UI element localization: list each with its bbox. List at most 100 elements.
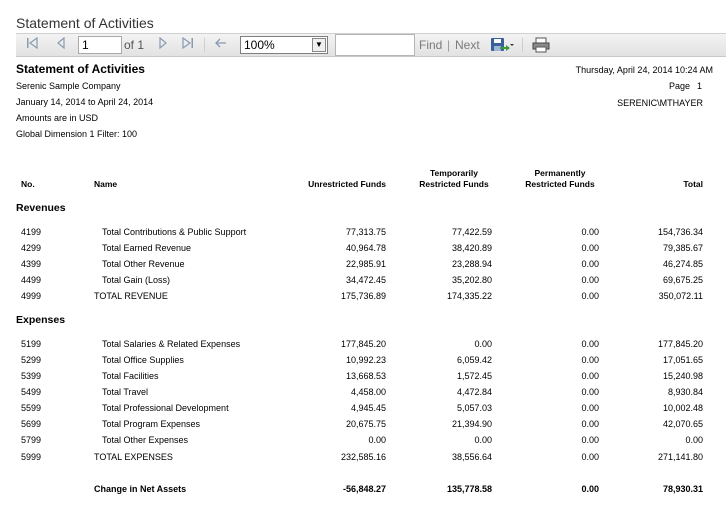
row-unrestricted: 20,675.75 xyxy=(345,419,386,429)
row-temporary: 6,059.42 xyxy=(456,355,492,365)
row-name: TOTAL REVENUE xyxy=(94,291,168,301)
row-number: 4199 xyxy=(21,227,42,237)
row-name: Total Travel xyxy=(102,387,149,397)
col-header-temp-line2: Restricted Funds xyxy=(419,179,489,189)
row-unrestricted: 4,945.45 xyxy=(350,403,386,413)
find-next-link[interactable]: Next xyxy=(455,37,480,53)
row-unrestricted: 10,992.23 xyxy=(345,355,386,365)
last-page-icon[interactable] xyxy=(182,36,194,53)
dimension-filter: Global Dimension 1 Filter: 100 xyxy=(16,129,138,139)
row-temporary: 174,335.22 xyxy=(446,291,492,301)
row-temporary: 23,288.94 xyxy=(451,259,492,269)
row-total: 17,051.65 xyxy=(662,355,703,365)
row-name: Total Program Expenses xyxy=(102,419,201,429)
row-number: 5399 xyxy=(21,371,42,381)
printer-icon[interactable] xyxy=(532,37,550,57)
page-count-label: of 1 xyxy=(124,38,145,52)
row-permanent: 0.00 xyxy=(581,259,599,269)
row-permanent: 0.00 xyxy=(581,371,599,381)
row-name: Total Earned Revenue xyxy=(102,243,192,253)
row-permanent: 0.00 xyxy=(581,227,599,237)
row-name: Total Office Supplies xyxy=(102,355,184,365)
row-total: 42,070.65 xyxy=(662,419,703,429)
row-number: 4399 xyxy=(21,259,42,269)
row-permanent: 0.00 xyxy=(581,435,599,445)
zoom-select[interactable]: 100% ▼ xyxy=(240,36,328,54)
row-total: 350,072.11 xyxy=(658,291,703,301)
report-toolbar: of 1 100% ▼ Find | Next xyxy=(16,33,726,57)
row-total: 10,002.48 xyxy=(662,403,703,413)
row-unrestricted: 34,472.45 xyxy=(345,275,386,285)
row-unrestricted: 175,736.89 xyxy=(340,291,386,301)
row-name: Total Gain (Loss) xyxy=(102,275,171,285)
row-temporary: 21,394.90 xyxy=(451,419,492,429)
page-number: 1 xyxy=(696,81,702,91)
row-temporary: 0.00 xyxy=(474,435,492,445)
row-unrestricted: 77,313.75 xyxy=(345,227,386,237)
col-header-total: Total xyxy=(683,179,703,189)
user-name: SERENIC\MTHAYER xyxy=(617,98,703,108)
row-temporary: 4,472.84 xyxy=(456,387,492,397)
first-page-icon[interactable] xyxy=(26,36,38,53)
row-permanent: 0.00 xyxy=(581,291,599,301)
row-unrestricted: 13,668.53 xyxy=(345,371,386,381)
row-number: 5499 xyxy=(21,387,42,397)
row-permanent: 0.00 xyxy=(581,484,599,494)
row-permanent: 0.00 xyxy=(581,355,599,365)
row-number: 5699 xyxy=(21,419,42,429)
row-unrestricted: 40,964.78 xyxy=(345,243,386,253)
row-total: 8,930.84 xyxy=(667,387,703,397)
row-number: 5199 xyxy=(21,339,42,349)
find-separator: | xyxy=(447,38,451,52)
row-total: 271,141.80 xyxy=(657,452,703,462)
page-label: Page xyxy=(668,81,690,91)
row-unrestricted: -56,848.27 xyxy=(342,484,386,494)
find-link[interactable]: Find xyxy=(419,37,442,53)
row-permanent: 0.00 xyxy=(581,452,599,462)
row-unrestricted: 177,845.20 xyxy=(340,339,386,349)
previous-page-icon[interactable] xyxy=(56,36,66,53)
row-temporary: 38,420.89 xyxy=(451,243,492,253)
report-title: Statement of Activities xyxy=(16,62,145,76)
col-header-no: No. xyxy=(21,179,35,189)
chevron-down-icon[interactable]: ▼ xyxy=(312,38,326,52)
row-unrestricted: 4,458.00 xyxy=(350,387,386,397)
date-range: January 14, 2014 to April 24, 2014 xyxy=(16,97,154,107)
row-number: 4999 xyxy=(21,291,42,301)
col-header-perm-line1: Permanently xyxy=(534,168,586,178)
row-temporary: 1,572.45 xyxy=(456,371,492,381)
col-header-name: Name xyxy=(94,179,118,189)
row-temporary: 0.00 xyxy=(474,339,492,349)
company-name: Serenic Sample Company xyxy=(16,81,121,91)
row-total: 154,736.34 xyxy=(657,227,703,237)
row-permanent: 0.00 xyxy=(581,339,599,349)
back-to-parent-icon[interactable] xyxy=(214,37,228,53)
row-number: 4499 xyxy=(21,275,42,285)
row-name: Total Contributions & Public Support xyxy=(102,227,247,237)
next-page-icon[interactable] xyxy=(158,36,168,53)
row-permanent: 0.00 xyxy=(581,387,599,397)
currency-note: Amounts are in USD xyxy=(16,113,99,123)
current-page-input[interactable] xyxy=(78,36,122,54)
row-number: 4299 xyxy=(21,243,42,253)
row-permanent: 0.00 xyxy=(581,275,599,285)
row-name: Total Facilities xyxy=(102,371,159,381)
col-header-unrestricted: Unrestricted Funds xyxy=(308,179,386,189)
zoom-value: 100% xyxy=(244,38,275,52)
row-number: 5599 xyxy=(21,403,42,413)
row-number: 5299 xyxy=(21,355,42,365)
row-total: 15,240.98 xyxy=(662,371,703,381)
window-title: Statement of Activities xyxy=(16,15,154,31)
row-temporary: 77,422.59 xyxy=(451,227,492,237)
toolbar-divider xyxy=(204,38,205,52)
row-name: Total Salaries & Related Expenses xyxy=(102,339,241,349)
section-heading-expenses: Expenses xyxy=(16,314,66,326)
row-total: 177,845.20 xyxy=(657,339,703,349)
row-total: 78,930.31 xyxy=(662,484,703,494)
row-name: TOTAL EXPENSES xyxy=(94,452,173,462)
row-name: Total Other Revenue xyxy=(102,259,185,269)
row-permanent: 0.00 xyxy=(581,243,599,253)
export-save-icon[interactable] xyxy=(490,37,514,57)
find-text-input[interactable] xyxy=(335,34,415,56)
row-unrestricted: 22,985.91 xyxy=(345,259,386,269)
